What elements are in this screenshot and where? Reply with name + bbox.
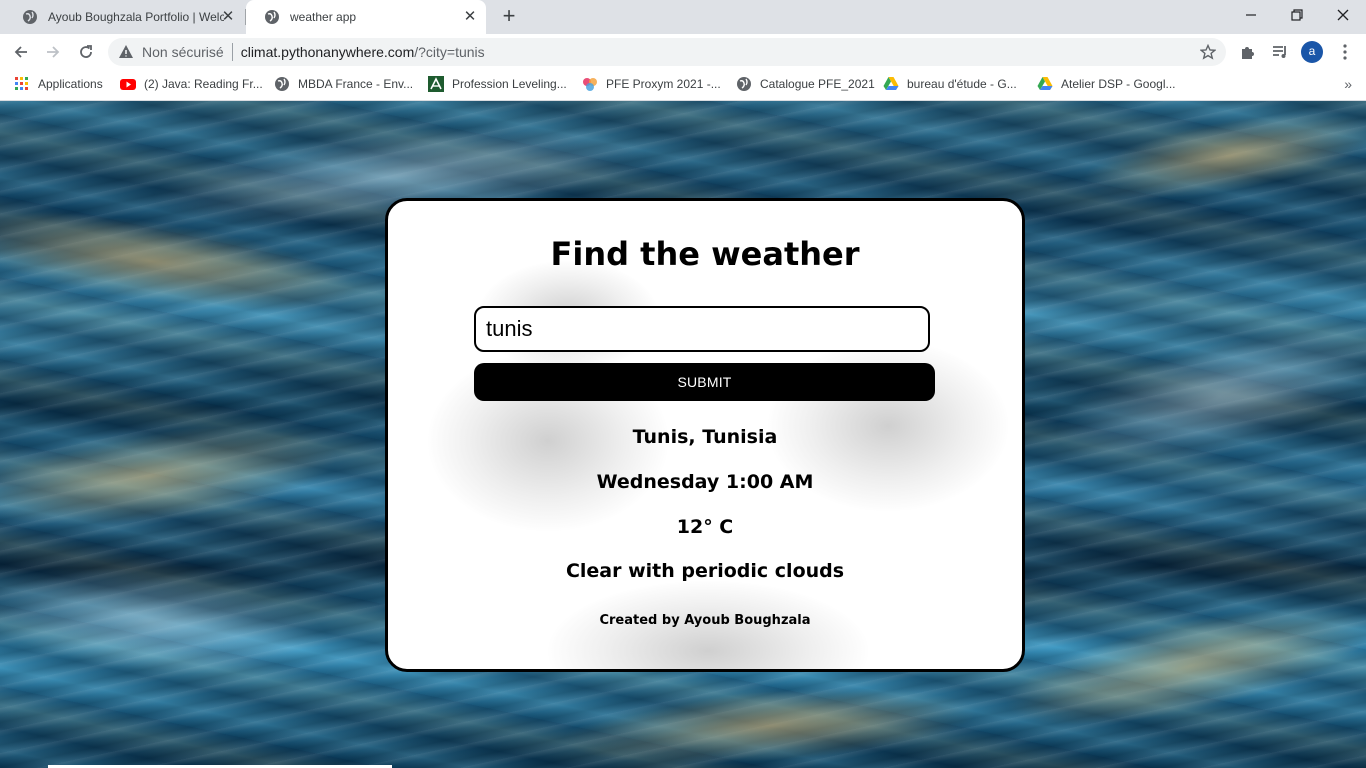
browser-toolbar: Non sécurisé climat.pythonanywhere.com /…: [0, 34, 1366, 70]
location-label: Tunis, Tunisia: [632, 426, 778, 448]
globe-icon: [737, 77, 751, 91]
security-label: Non sécurisé: [142, 44, 224, 60]
minimize-icon: [1246, 14, 1256, 16]
bookmark-pfe-proxym[interactable]: PFE Proxym 2021 -...: [582, 70, 721, 98]
bookmarks-bar: Applications (2) Java: Reading Fr... MBD…: [0, 70, 1366, 101]
bookmark-label: bureau d'étude - G...: [907, 77, 1017, 91]
restore-button[interactable]: [1274, 0, 1320, 30]
minimize-button[interactable]: [1228, 0, 1274, 30]
url-host: climat.pythonanywhere.com: [240, 44, 415, 60]
bookmark-label: Catalogue PFE_2021: [760, 77, 875, 91]
page-title: Find the weather: [550, 235, 860, 273]
reload-button[interactable]: [73, 39, 99, 65]
bookmark-label: Atelier DSP - Googl...: [1061, 77, 1176, 91]
tab-weather-app[interactable]: weather app ✕: [246, 0, 486, 34]
wave-highlight: [0, 411, 344, 541]
datetime-label: Wednesday 1:00 AM: [596, 471, 814, 493]
globe-icon: [23, 10, 37, 24]
leveling-icon: [428, 76, 444, 92]
google-drive-icon: [1037, 77, 1053, 90]
tab-title: Ayoub Boughzala Portfolio | Welc: [48, 10, 224, 24]
wave-highlight: [558, 676, 982, 768]
arrow-right-icon: [47, 46, 60, 58]
bookmark-label: MBDA France - Env...: [298, 77, 414, 91]
warning-icon: [119, 45, 133, 58]
chrome-menu-icon[interactable]: [1336, 43, 1354, 61]
temperature-label: 12° C: [676, 516, 734, 538]
bookmark-label: (2) Java: Reading Fr...: [144, 77, 263, 91]
globe-icon: [265, 10, 279, 24]
bookmark-applications[interactable]: Applications: [14, 70, 103, 98]
forward-button[interactable]: [40, 39, 66, 65]
wave-foam: [1041, 301, 1366, 491]
bookmark-bureau-etude[interactable]: bureau d'étude - G...: [883, 70, 1017, 98]
address-divider: [231, 43, 233, 61]
new-tab-button[interactable]: +: [498, 5, 520, 28]
bookmark-java-reading[interactable]: (2) Java: Reading Fr...: [120, 70, 263, 98]
bookmark-label: Profession Leveling...: [452, 77, 567, 91]
bookmark-label: Applications: [38, 77, 103, 91]
bookmark-star-icon[interactable]: [1200, 44, 1216, 60]
submit-button[interactable]: SUBMIT: [474, 363, 935, 401]
globe-icon: [275, 77, 289, 91]
restore-icon: [1291, 9, 1303, 21]
close-tab-icon[interactable]: ✕: [220, 9, 236, 25]
weather-card: Find the weather SUBMIT Tunis, Tunisia W…: [385, 198, 1025, 672]
google-drive-icon: [883, 77, 899, 90]
media-control-icon[interactable]: [1271, 43, 1289, 61]
credit-text: Created by Ayoub Boughzala: [599, 613, 811, 628]
wave-highlight: [1076, 101, 1366, 217]
address-bar[interactable]: Non sécurisé climat.pythonanywhere.com /…: [108, 38, 1226, 66]
tab-strip: Ayoub Boughzala Portfolio | Welc ✕ weath…: [0, 0, 1366, 34]
page-background: Find the weather SUBMIT Tunis, Tunisia W…: [0, 101, 1366, 768]
weather-description: Clear with periodic clouds: [565, 560, 845, 582]
city-input[interactable]: [474, 306, 930, 352]
tab-portfolio[interactable]: Ayoub Boughzala Portfolio | Welc ✕: [4, 0, 244, 34]
close-window-button[interactable]: [1320, 0, 1366, 30]
back-button[interactable]: [8, 39, 34, 65]
url-path: /?city=tunis: [414, 44, 485, 60]
proxym-icon: [583, 78, 597, 91]
bookmark-catalogue-pfe[interactable]: Catalogue PFE_2021: [736, 70, 875, 98]
bookmark-mbda[interactable]: MBDA France - Env...: [274, 70, 413, 98]
wave-foam: [0, 552, 335, 690]
arrow-left-icon: [14, 46, 27, 58]
bookmarks-overflow-button[interactable]: »: [1344, 76, 1352, 92]
tab-title: weather app: [290, 10, 357, 24]
close-tab-icon[interactable]: ✕: [462, 9, 478, 25]
extensions-puzzle-icon[interactable]: [1239, 43, 1257, 61]
bookmark-atelier-dsp[interactable]: Atelier DSP - Googl...: [1037, 70, 1176, 98]
reload-icon: [80, 45, 92, 58]
bookmark-label: PFE Proxym 2021 -...: [606, 77, 721, 91]
profile-avatar[interactable]: a: [1301, 41, 1323, 63]
wave-highlight: [994, 582, 1366, 750]
apps-grid-icon: [15, 77, 28, 90]
youtube-icon: [120, 79, 136, 90]
bookmark-profession-leveling[interactable]: Profession Leveling...: [428, 70, 567, 98]
close-icon: [1337, 9, 1349, 21]
